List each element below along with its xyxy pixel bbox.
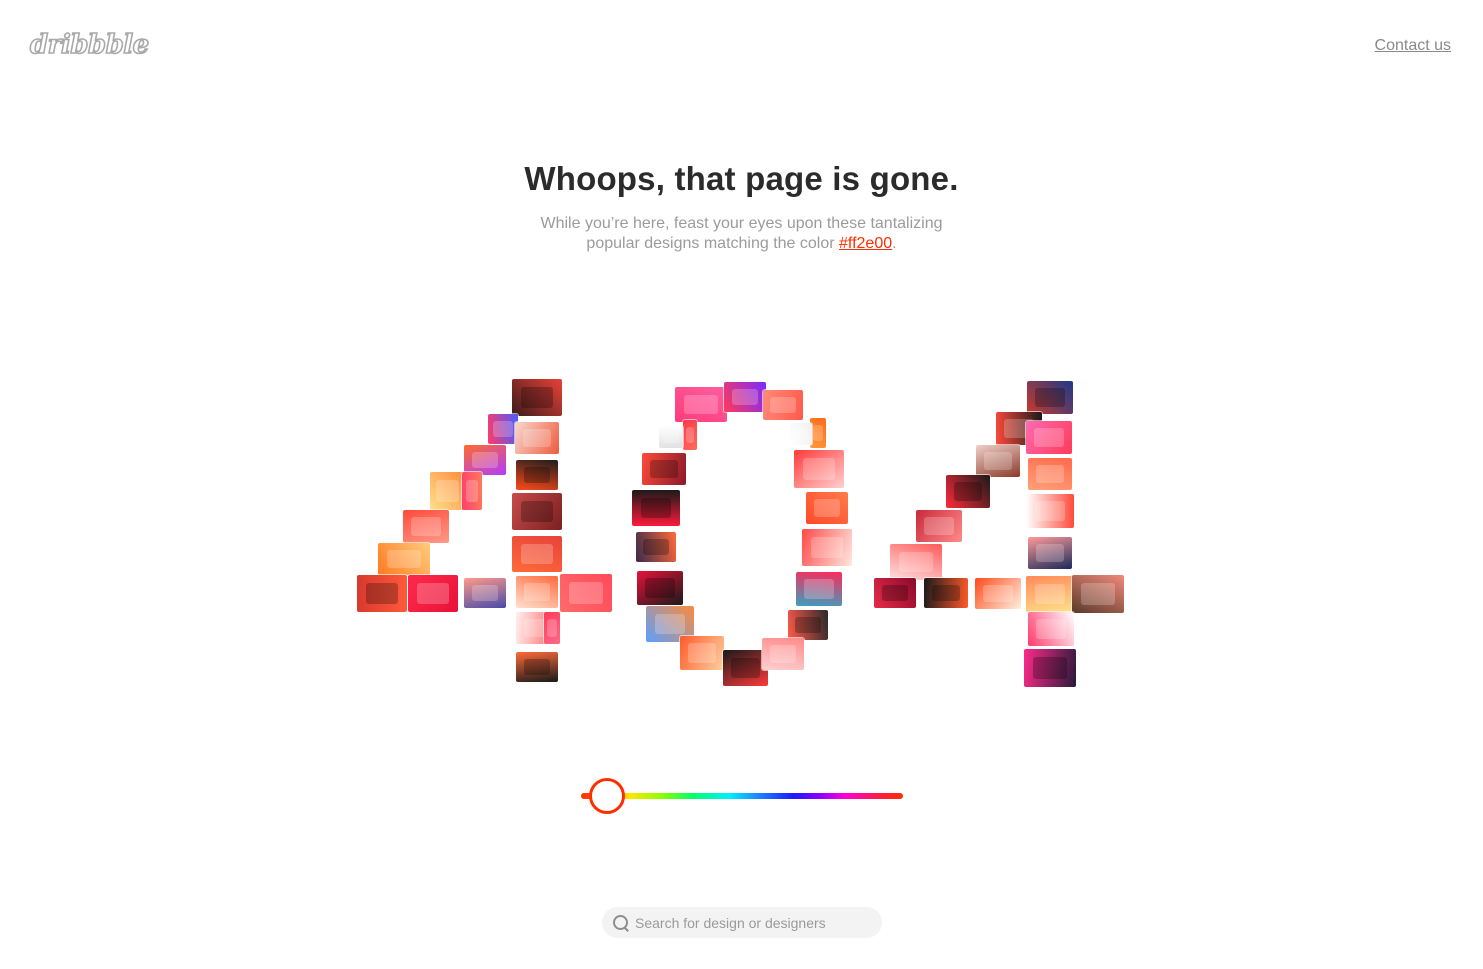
design-shot-thumbnail[interactable]: [794, 450, 844, 488]
design-shot-thumbnail[interactable]: [916, 510, 962, 542]
design-shot-thumbnail[interactable]: [976, 445, 1020, 477]
search-input[interactable]: [635, 914, 865, 931]
design-shot-thumbnail[interactable]: [515, 422, 559, 454]
design-shot-thumbnail[interactable]: [544, 612, 560, 644]
design-shot-thumbnail[interactable]: [724, 382, 766, 412]
design-shot-thumbnail[interactable]: [1072, 575, 1124, 613]
page-subtitle: While you’re here, feast your eyes upon …: [527, 214, 957, 254]
design-shot-thumbnail[interactable]: [637, 571, 683, 605]
design-shot-thumbnail[interactable]: [403, 510, 449, 543]
design-shot-thumbnail[interactable]: [806, 492, 848, 524]
design-shot-thumbnail[interactable]: [1024, 649, 1076, 687]
design-shot-thumbnail[interactable]: [680, 636, 724, 670]
page-title: Whoops, that page is gone.: [524, 160, 959, 197]
design-shot-thumbnail[interactable]: [512, 536, 562, 572]
contact-us-link[interactable]: Contact us: [1375, 37, 1451, 55]
design-shot-thumbnail[interactable]: [810, 418, 826, 448]
design-shot-thumbnail[interactable]: [560, 574, 612, 612]
design-shot-thumbnail[interactable]: [1026, 421, 1072, 454]
design-shot-thumbnail[interactable]: [874, 578, 916, 608]
design-shot-thumbnail[interactable]: [512, 379, 562, 416]
design-shot-thumbnail[interactable]: [464, 445, 506, 475]
design-shot-thumbnail[interactable]: [408, 575, 458, 612]
design-shot-thumbnail[interactable]: [430, 472, 465, 510]
logo-wordmark: dribbble: [29, 29, 150, 61]
design-shot-thumbnail[interactable]: [357, 575, 407, 612]
design-shot-thumbnail[interactable]: [796, 572, 842, 606]
error-hero: Whoops, that page is gone. While you’re …: [0, 160, 1483, 254]
design-shot-thumbnail[interactable]: [946, 475, 990, 508]
design-shot-thumbnail[interactable]: [1028, 537, 1072, 569]
slider-thumb[interactable]: [589, 778, 625, 814]
design-shot-thumbnail[interactable]: [516, 652, 558, 682]
design-shot-thumbnail[interactable]: [659, 426, 683, 448]
design-shot-thumbnail[interactable]: [1028, 458, 1072, 490]
design-shot-thumbnail[interactable]: [1027, 381, 1073, 414]
design-shot-thumbnail[interactable]: [675, 387, 727, 422]
design-shot-thumbnail[interactable]: [790, 423, 812, 445]
design-shot-thumbnail[interactable]: [642, 453, 686, 485]
design-shot-thumbnail[interactable]: [378, 543, 430, 575]
design-shot-thumbnail[interactable]: [516, 460, 558, 490]
design-shot-thumbnail[interactable]: [462, 472, 482, 510]
design-shot-thumbnail[interactable]: [788, 610, 828, 640]
shot-grid-404: [0, 0, 1483, 969]
design-shot-thumbnail[interactable]: [512, 493, 562, 530]
design-shot-thumbnail[interactable]: [890, 544, 942, 580]
design-shot-thumbnail[interactable]: [683, 420, 697, 450]
search-bar[interactable]: [602, 907, 882, 938]
hue-track[interactable]: [581, 793, 903, 799]
design-shot-thumbnail[interactable]: [1026, 494, 1074, 528]
color-slider[interactable]: [581, 778, 903, 814]
design-shot-thumbnail[interactable]: [975, 578, 1021, 609]
design-shot-thumbnail[interactable]: [762, 638, 804, 670]
search-icon: [610, 912, 632, 934]
design-shot-thumbnail[interactable]: [488, 414, 518, 444]
design-shot-thumbnail[interactable]: [1026, 576, 1074, 612]
design-shot-thumbnail[interactable]: [924, 578, 968, 608]
design-shot-thumbnail[interactable]: [632, 490, 680, 526]
color-hex-link[interactable]: #ff2e00: [839, 235, 892, 252]
design-shot-thumbnail[interactable]: [636, 532, 676, 562]
design-shot-thumbnail[interactable]: [802, 529, 852, 566]
design-shot-thumbnail[interactable]: [763, 390, 803, 420]
design-shot-thumbnail[interactable]: [516, 576, 558, 608]
design-shot-thumbnail[interactable]: [1028, 612, 1074, 646]
dribbble-logo[interactable]: dribbble: [29, 28, 150, 62]
design-shot-thumbnail[interactable]: [464, 578, 506, 608]
subtitle-end: .: [892, 235, 897, 252]
